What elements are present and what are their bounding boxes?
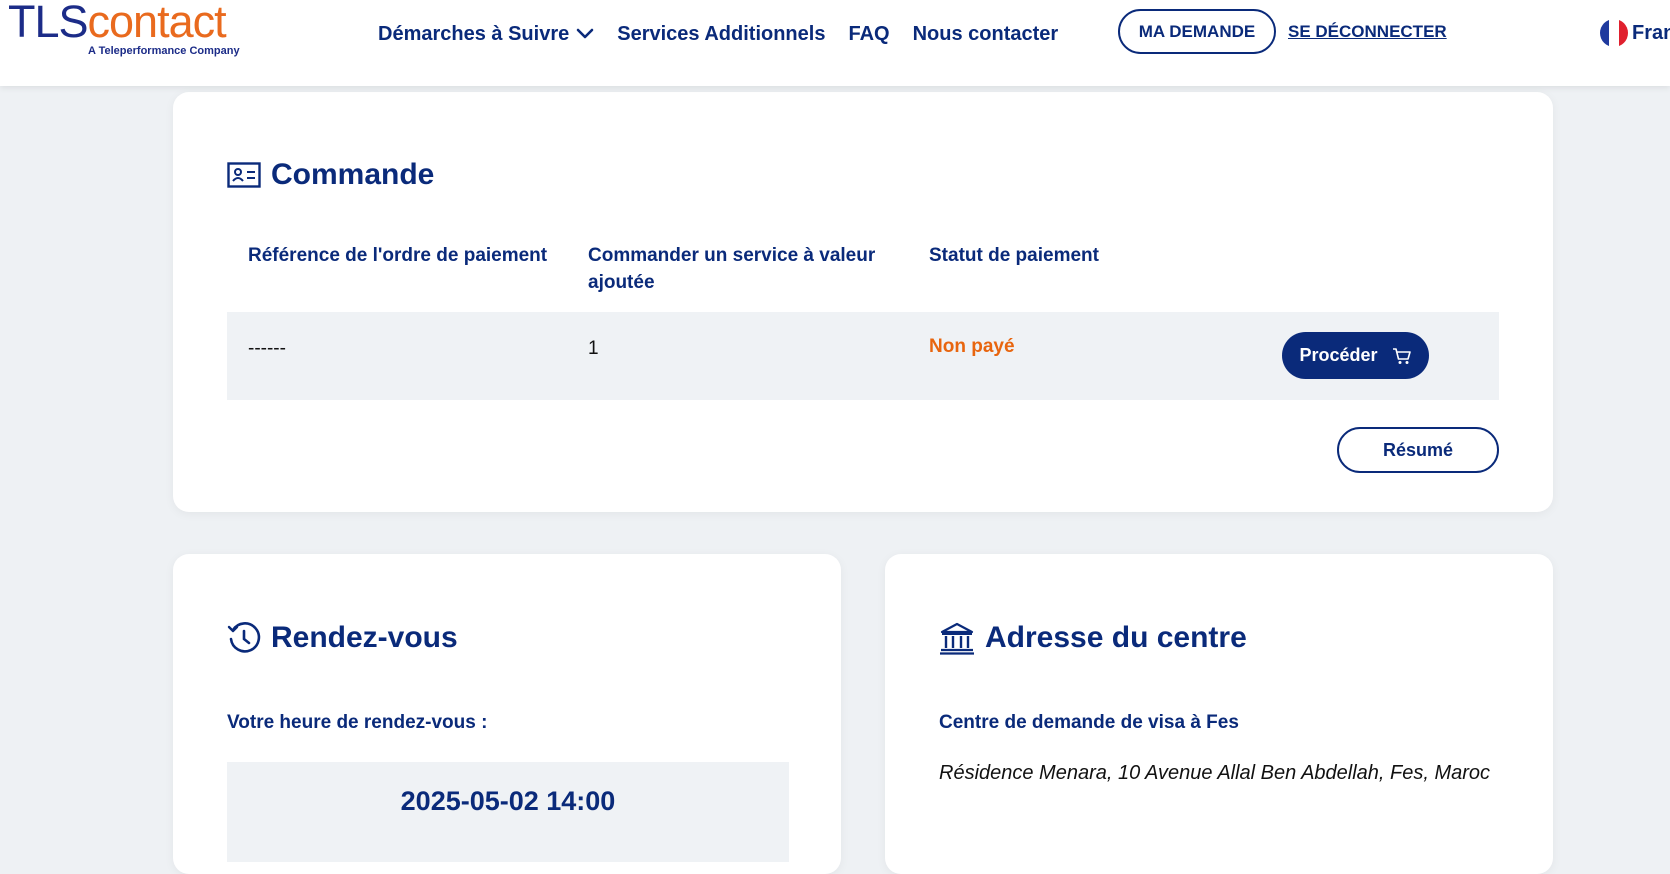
- reference-value: ------: [248, 338, 286, 359]
- nav-nous-contacter[interactable]: Nous contacter: [913, 20, 1059, 48]
- nav-faq[interactable]: FAQ: [848, 20, 889, 48]
- column-header-reference: Référence de l'ordre de paiement: [248, 245, 548, 266]
- proceed-label: Procéder: [1299, 345, 1378, 365]
- logo-wordmark: TLScontact: [8, 0, 227, 47]
- commande-card: Commande Référence de l'ordre de paiemen…: [173, 92, 1553, 512]
- column-header-status: Statut de paiement: [929, 245, 1099, 266]
- column-header-service: Commander un service à valeur ajoutée: [588, 245, 876, 293]
- logo-tagline: A Teleperformance Company: [88, 45, 240, 57]
- logo-tls-text: TLS: [8, 0, 89, 47]
- rendezvous-card: Rendez-vous Votre heure de rendez-vous :…: [173, 554, 841, 874]
- logout-link[interactable]: SE DÉCONNECTER: [1288, 22, 1447, 42]
- centre-address-card: Adresse du centre Centre de demande de v…: [885, 554, 1553, 874]
- nav-demarches-dropdown[interactable]: Démarches à Suivre: [378, 20, 594, 48]
- nav-demarches-label: Démarches à Suivre: [378, 22, 570, 45]
- table-row: ------ 1 Non payé Procéder: [227, 312, 1499, 400]
- logo-contact-text: contact: [87, 0, 227, 47]
- main-nav: Démarches à Suivre Services Additionnels…: [378, 20, 1081, 48]
- id-card-icon: [227, 162, 261, 188]
- centre-address-heading: Adresse du centre: [939, 621, 1247, 655]
- proceed-button[interactable]: Procéder: [1282, 332, 1429, 379]
- language-selector[interactable]: Fran: [1600, 19, 1670, 47]
- bank-building-icon: [940, 622, 974, 655]
- tlscontact-logo[interactable]: TLScontact A Teleperformance Company: [8, 0, 240, 57]
- service-count-value: 1: [588, 338, 599, 359]
- appointment-box: 2025-05-02 14:00: [227, 762, 789, 862]
- france-flag-icon: [1600, 19, 1628, 47]
- language-label: Fran: [1632, 21, 1670, 44]
- rendezvous-heading: Rendez-vous: [227, 621, 458, 655]
- clock-history-icon: [227, 622, 261, 653]
- top-header: TLScontact A Teleperformance Company Dém…: [0, 0, 1670, 86]
- cart-icon: [1392, 347, 1411, 364]
- commande-title: Commande: [271, 158, 435, 191]
- centre-address-title: Adresse du centre: [985, 621, 1247, 654]
- appointment-label: Votre heure de rendez-vous :: [227, 712, 488, 733]
- commande-heading: Commande: [227, 158, 434, 192]
- appointment-datetime: 2025-05-02 14:00: [400, 786, 616, 816]
- payment-status-badge: Non payé: [929, 336, 1015, 357]
- my-request-button[interactable]: MA DEMANDE: [1118, 9, 1276, 54]
- summary-button[interactable]: Résumé: [1337, 427, 1499, 473]
- chevron-down-icon: [576, 28, 594, 39]
- centre-name: Centre de demande de visa à Fes: [939, 712, 1239, 733]
- centre-address-text: Résidence Menara, 10 Avenue Allal Ben Ab…: [939, 762, 1491, 784]
- nav-services-additionnels[interactable]: Services Additionnels: [617, 20, 825, 48]
- rendezvous-title: Rendez-vous: [271, 621, 458, 654]
